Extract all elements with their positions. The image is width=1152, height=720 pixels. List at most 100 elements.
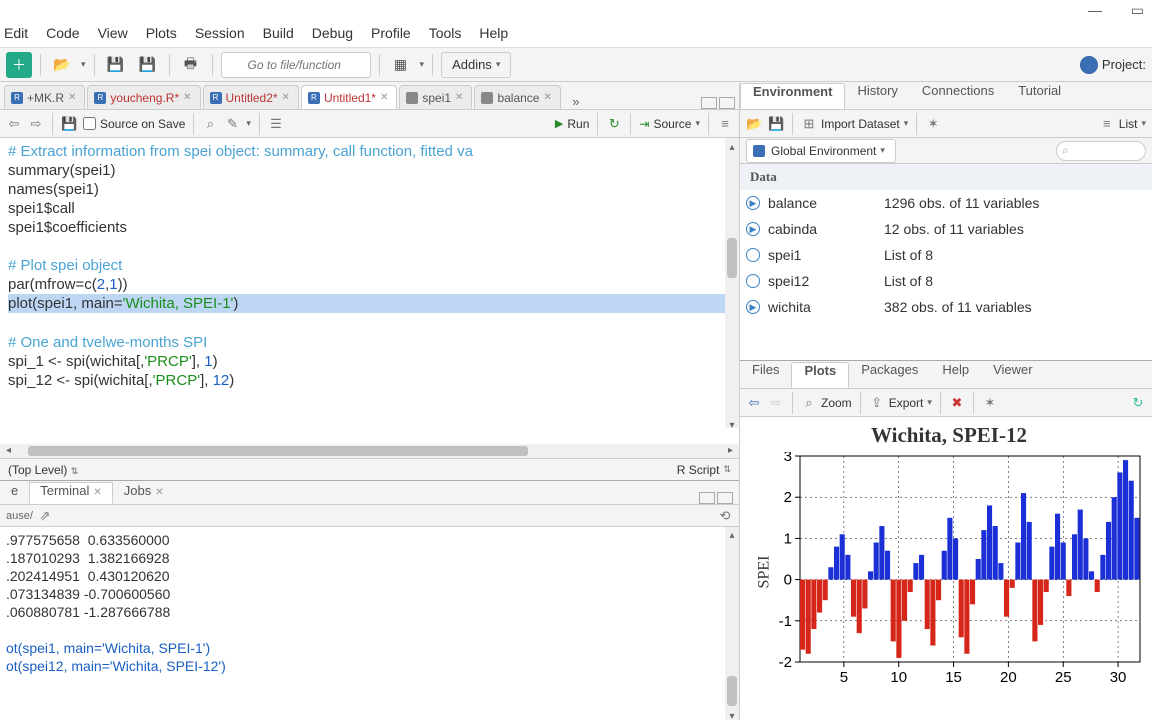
menu-view[interactable]: View [98,25,128,41]
menu-plots[interactable]: Plots [146,25,177,41]
goto-file-input[interactable] [221,52,371,78]
zoom-button[interactable]: ⌕Zoom [801,395,852,411]
tab-help[interactable]: Help [930,362,981,388]
environment-scope-selector[interactable]: Global Environment▾ [746,139,896,163]
refresh-button[interactable]: ↻ [1130,395,1146,411]
menu-edit[interactable]: Edit [4,25,28,41]
close-icon[interactable]: ✕ [68,92,76,103]
env-item-spei12[interactable]: spei12List of 8 [740,268,1152,294]
close-icon[interactable]: ✕ [155,487,163,498]
list-view-button[interactable]: ≡List▾ [1099,116,1146,132]
env-item-balance[interactable]: ▶balance1296 obs. of 11 variables [740,190,1152,216]
expand-icon[interactable]: ▶ [746,222,760,236]
menu-session[interactable]: Session [195,25,245,41]
editor-hscrollbar[interactable]: ◂ ▸ [0,444,739,458]
addins-button[interactable]: Addins ▾ [441,52,511,78]
save-icon[interactable]: 💾 [768,116,784,132]
tab-files[interactable]: Files [740,362,791,388]
scroll-thumb[interactable] [727,238,737,278]
report-icon[interactable]: ☰ [268,116,284,132]
more-tabs-button[interactable]: » [567,94,585,109]
menu-profile[interactable]: Profile [371,25,411,41]
plot-next-button[interactable]: ⇨ [768,395,784,411]
environment-search-input[interactable] [1056,141,1146,161]
tab-untitled1[interactable]: RUntitled1*✕ [301,85,397,109]
open-file-button[interactable]: 📂 [49,52,75,78]
window-minimize-button[interactable]: — [1088,2,1102,18]
tab-terminal[interactable]: Terminal✕ [29,482,113,504]
scroll-up-icon[interactable]: ▴ [727,138,737,150]
tab-connections[interactable]: Connections [910,83,1006,109]
outline-icon[interactable]: ≡ [717,116,733,132]
forward-icon[interactable]: ⇨ [28,116,44,132]
clear-plots-button[interactable]: ✶ [982,395,998,411]
env-item-cabinda[interactable]: ▶cabinda12 obs. of 11 variables [740,216,1152,242]
tab-plots[interactable]: Plots [791,362,849,388]
broom-icon[interactable]: ✶ [925,116,941,132]
close-icon[interactable]: ✕ [282,92,290,103]
console-vscrollbar[interactable]: ▴ ▾ [725,527,739,720]
export-button[interactable]: ⇪Export▾ [869,395,932,411]
tab-untitled2[interactable]: RUntitled2*✕ [203,85,299,109]
language-selector[interactable]: R Script ⇅ [677,463,731,477]
minimize-pane-button[interactable] [699,492,715,504]
expand-icon[interactable]: ▶ [746,196,760,210]
remove-plot-button[interactable]: ✖ [949,395,965,411]
close-icon[interactable]: ✕ [93,487,101,498]
scroll-up-icon[interactable]: ▴ [727,527,737,539]
save-all-button[interactable]: 💾 [135,52,161,78]
close-icon[interactable]: ✕ [455,92,463,103]
close-icon[interactable]: ✕ [380,92,388,103]
close-icon[interactable]: ✕ [183,92,191,103]
open-folder-icon[interactable]: ⇗ [37,508,53,524]
menu-help[interactable]: Help [479,25,508,41]
tab-console[interactable]: e [0,482,29,504]
minimize-pane-button[interactable] [701,97,717,109]
source-on-save-checkbox[interactable]: Source on Save [83,117,185,131]
tab-packages[interactable]: Packages [849,362,930,388]
plot-prev-button[interactable]: ⇦ [746,395,762,411]
wand-icon[interactable]: ✎ [224,116,240,132]
scroll-thumb[interactable] [727,676,737,706]
tab-mk-r[interactable]: R+MK.R✕ [4,85,85,109]
window-maximize-button[interactable]: ▭ [1131,2,1144,19]
scope-selector[interactable]: (Top Level) ⇅ [8,463,78,477]
menu-build[interactable]: Build [263,25,294,41]
tab-tutorial[interactable]: Tutorial [1006,83,1073,109]
tab-environment[interactable]: Environment [740,83,845,109]
load-icon[interactable]: 📂 [746,116,762,132]
tab-viewer[interactable]: Viewer [981,362,1045,388]
code-editor[interactable]: # Extract information from spei object: … [0,138,739,444]
console-output[interactable]: .977575658 0.633560000.187010293 1.38216… [0,527,739,720]
tab-history[interactable]: History [845,83,909,109]
import-dataset-button[interactable]: ⊞Import Dataset▾ [801,116,908,132]
scroll-right-icon[interactable]: ▸ [728,445,733,456]
scroll-thumb[interactable] [28,446,528,456]
source-button[interactable]: ⇥Source▾ [639,117,700,131]
save-icon[interactable]: 💾 [61,116,77,132]
run-button[interactable]: ▶Run [555,117,589,131]
tab-balance[interactable]: balance✕ [474,85,560,109]
expand-icon[interactable]: ▶ [746,300,760,314]
back-icon[interactable]: ⇦ [6,116,22,132]
maximize-pane-button[interactable] [719,97,735,109]
scroll-down-icon[interactable]: ▾ [727,416,737,428]
tab-youcheng[interactable]: Ryoucheng.R*✕ [87,85,200,109]
maximize-pane-button[interactable] [717,492,733,504]
menu-debug[interactable]: Debug [312,25,353,41]
expand-icon[interactable] [746,274,760,288]
save-button[interactable]: 💾 [103,52,129,78]
close-icon[interactable]: ✕ [543,92,551,103]
scroll-left-icon[interactable]: ◂ [6,445,11,456]
expand-icon[interactable] [746,248,760,262]
tab-spei1[interactable]: spei1✕ [399,85,472,109]
tab-jobs[interactable]: Jobs✕ [113,482,175,504]
grid-button[interactable]: ▦ [388,52,414,78]
find-icon[interactable]: ⌕ [202,116,218,132]
scroll-down-icon[interactable]: ▾ [727,708,737,720]
new-file-button[interactable]: ＋ [6,52,32,78]
print-button[interactable]: 🖶 [178,52,204,78]
menu-code[interactable]: Code [46,25,79,41]
menu-tools[interactable]: Tools [429,25,462,41]
env-item-wichita[interactable]: ▶wichita382 obs. of 11 variables [740,294,1152,320]
